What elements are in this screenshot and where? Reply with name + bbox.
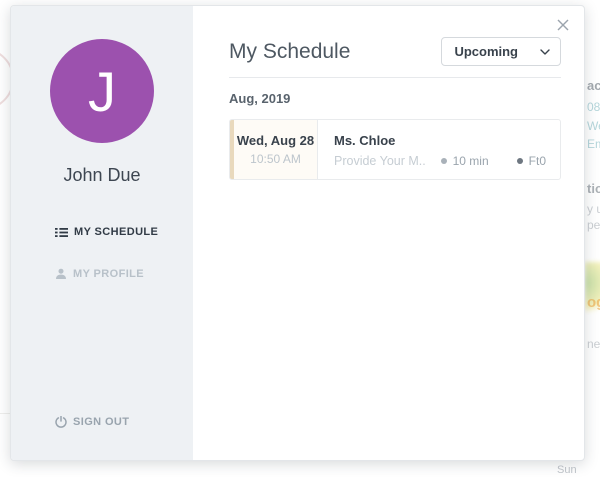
price-bullet-icon: [516, 158, 523, 164]
appointment-meta-row: Provide Your M.. 10 min Ft0: [334, 154, 546, 168]
avatar: J: [50, 39, 154, 143]
title-divider: [229, 77, 561, 78]
sidebar-item-label: MY PROFILE: [73, 268, 145, 280]
appointment-card[interactable]: Wed, Aug 28 10:50 AM Ms. Chloe Provide Y…: [229, 119, 561, 180]
close-button[interactable]: [555, 17, 571, 33]
profile-sidebar: J John Due MY SCHEDULE MY PROFILE SIGN O…: [11, 6, 193, 460]
month-header: Aug, 2019: [229, 91, 291, 106]
background-text-fragment: og: [587, 294, 600, 311]
background-text-fragment: tion: [587, 181, 600, 196]
sign-out-label: SIGN OUT: [73, 416, 130, 428]
background-text-fragment: y ut: [587, 202, 600, 216]
close-icon: [557, 19, 569, 31]
filter-dropdown[interactable]: Upcoming: [441, 37, 561, 66]
appointment-price: Ft0: [516, 154, 546, 168]
appointment-customer: Ms. Chloe: [334, 133, 396, 148]
sidebar-nav: MY SCHEDULE MY PROFILE: [11, 222, 193, 306]
appointment-time: 10:50 AM: [250, 152, 301, 166]
background-text-fragment: ness: [587, 337, 600, 351]
avatar-initial: J: [88, 59, 116, 123]
chevron-down-icon: [540, 48, 550, 55]
my-schedule-modal: J John Due MY SCHEDULE MY PROFILE SIGN O…: [10, 5, 585, 461]
sidebar-item-my-schedule[interactable]: MY SCHEDULE: [11, 222, 193, 242]
sign-out-button[interactable]: SIGN OUT: [11, 416, 193, 428]
content-header: My Schedule Upcoming: [229, 37, 561, 66]
duration-bullet-icon: [440, 158, 447, 164]
appointment-duration-label: 10 min: [452, 154, 489, 168]
power-icon: [55, 416, 67, 428]
background-text-fragment: act: [587, 78, 600, 93]
appointment-service: Provide Your M..: [334, 154, 426, 168]
background-text-fragment: 082: [587, 100, 600, 114]
appointment-details: Ms. Chloe Provide Your M.. 10 min Ft0: [318, 120, 560, 179]
appointment-price-label: Ft0: [528, 154, 546, 168]
background-text-fragment: We: [587, 119, 600, 133]
background-text-fragment: pes: [587, 218, 600, 232]
schedule-content: My Schedule Upcoming Aug, 2019 Wed, Aug …: [193, 6, 584, 460]
list-icon: [55, 227, 68, 238]
page-title: My Schedule: [229, 39, 351, 63]
user-icon: [55, 268, 67, 280]
sidebar-item-label: MY SCHEDULE: [74, 226, 159, 238]
appointment-duration: 10 min: [440, 154, 489, 168]
filter-dropdown-value: Upcoming: [454, 44, 518, 59]
appointment-date-cell: Wed, Aug 28 10:50 AM: [234, 120, 318, 179]
user-name: John Due: [63, 165, 141, 185]
background-text-fragment: Em: [587, 137, 600, 151]
background-text-fragment: Sun: [557, 464, 577, 476]
appointment-date: Wed, Aug 28: [236, 133, 315, 148]
background-divider-fragment: [0, 413, 10, 414]
sidebar-item-my-profile[interactable]: MY PROFILE: [11, 264, 193, 284]
